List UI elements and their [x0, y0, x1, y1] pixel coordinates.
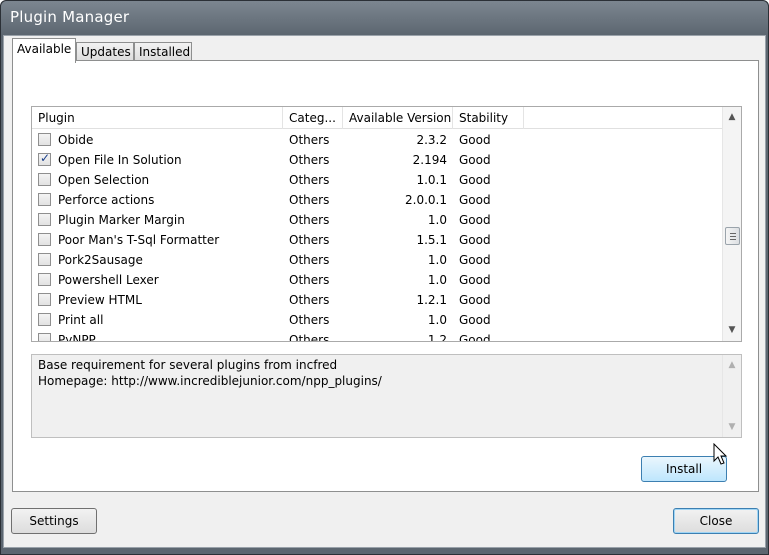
plugin-version-cell: 1.0 [427, 253, 447, 267]
tab-installed[interactable]: Installed [134, 42, 192, 61]
plugin-version-cell: 1.5.1 [416, 233, 447, 247]
plugin-version-cell: 2.194 [412, 153, 447, 167]
scroll-down-arrow-icon[interactable]: ▼ [723, 419, 741, 436]
plugin-checkbox[interactable] [38, 253, 51, 266]
plugin-checkbox[interactable] [38, 313, 51, 326]
mouse-pointer-icon [713, 443, 728, 465]
plugin-version-cell: 1.0 [427, 213, 447, 227]
table-row[interactable]: PyNPP Others 1.2 Good [32, 330, 722, 341]
title-bar[interactable]: Plugin Manager [1, 1, 768, 35]
plugin-checkbox[interactable] [38, 293, 51, 306]
plugin-stability-cell: Good [459, 273, 491, 287]
plugin-category-cell: Others [289, 313, 330, 327]
scrollbar-thumb[interactable] [725, 227, 740, 245]
checkmark-icon: ✓ [40, 151, 51, 165]
plugin-stability-cell: Good [459, 173, 491, 187]
plugin-category-cell: Others [289, 293, 330, 307]
plugin-name-cell: Open File In Solution [58, 153, 182, 167]
plugin-category-cell: Others [289, 173, 330, 187]
table-row[interactable]: Pork2Sausage Others 1.0 Good [32, 250, 722, 270]
window-title: Plugin Manager [10, 8, 130, 26]
description-line-1: Base requirement for several plugins fro… [38, 358, 338, 372]
plugin-category-cell: Others [289, 213, 330, 227]
plugin-version-cell: 1.2.1 [416, 293, 447, 307]
column-header-plugin[interactable]: Plugin [32, 107, 283, 129]
plugin-name-cell: Preview HTML [58, 293, 142, 307]
column-header-category[interactable]: Categ... [283, 107, 343, 129]
plugin-name-cell: PyNPP [58, 333, 96, 341]
plugin-name-cell: Plugin Marker Margin [58, 213, 185, 227]
plugin-checkbox[interactable] [38, 333, 51, 341]
plugin-category-cell: Others [289, 333, 330, 341]
plugin-stability-cell: Good [459, 193, 491, 207]
plugin-category-cell: Others [289, 153, 330, 167]
plugin-checkbox[interactable] [38, 173, 51, 186]
plugin-name-cell: Print all [58, 313, 104, 327]
plugin-version-cell: 2.3.2 [416, 133, 447, 147]
plugin-stability-cell: Good [459, 253, 491, 267]
plugin-stability-cell: Good [459, 153, 491, 167]
plugin-category-cell: Others [289, 273, 330, 287]
tab-updates[interactable]: Updates [76, 42, 134, 61]
list-header: Plugin Categ... Available Version Stabil… [32, 107, 722, 129]
plugin-stability-cell: Good [459, 313, 491, 327]
description-scrollbar[interactable]: ▲ ▼ [722, 355, 741, 437]
column-header-version[interactable]: Available Version [343, 107, 453, 129]
dialog-client-area: Available Updates Installed Plugin Categ… [3, 35, 766, 548]
plugin-stability-cell: Good [459, 213, 491, 227]
plugin-name-cell: Pork2Sausage [58, 253, 143, 267]
table-row[interactable]: Perforce actions Others 2.0.0.1 Good [32, 190, 722, 210]
scroll-down-arrow-icon[interactable]: ▼ [723, 322, 741, 339]
plugin-description: Base requirement for several plugins fro… [31, 354, 742, 438]
table-row[interactable]: Powershell Lexer Others 1.0 Good [32, 270, 722, 290]
available-tab-panel: Plugin Categ... Available Version Stabil… [12, 60, 759, 492]
plugin-checkbox[interactable] [38, 273, 51, 286]
plugin-version-cell: 2.0.0.1 [405, 193, 447, 207]
plugin-name-cell: Perforce actions [58, 193, 155, 207]
description-line-2: Homepage: http://www.incrediblejunior.co… [38, 374, 382, 388]
settings-button[interactable]: Settings [11, 508, 97, 534]
plugin-manager-window: Plugin Manager Available Updates Install… [0, 0, 769, 555]
plugin-checkbox[interactable] [38, 233, 51, 246]
plugin-stability-cell: Good [459, 233, 491, 247]
plugin-stability-cell: Good [459, 333, 491, 341]
plugin-stability-cell: Good [459, 293, 491, 307]
plugin-category-cell: Others [289, 233, 330, 247]
plugin-name-cell: Open Selection [58, 173, 150, 187]
plugin-name-cell: Poor Man's T-Sql Formatter [58, 233, 220, 247]
table-row[interactable]: Preview HTML Others 1.2.1 Good [32, 290, 722, 310]
close-button[interactable]: Close [673, 508, 759, 534]
plugin-checkbox[interactable] [38, 133, 51, 146]
plugin-checkbox[interactable] [38, 193, 51, 206]
table-row[interactable]: ✓ Open File In Solution Others 2.194 Good [32, 150, 722, 170]
table-row[interactable]: Plugin Marker Margin Others 1.0 Good [32, 210, 722, 230]
plugin-checkbox[interactable] [38, 213, 51, 226]
table-row[interactable]: Print all Others 1.0 Good [32, 310, 722, 330]
plugin-name-cell: Powershell Lexer [58, 273, 159, 287]
plugin-version-cell: 1.0.1 [416, 173, 447, 187]
column-header-stability[interactable]: Stability [453, 107, 524, 129]
list-scrollbar[interactable]: ▲ ▼ [722, 107, 741, 341]
plugin-category-cell: Others [289, 133, 330, 147]
list-body: Obide Others 2.3.2 Good ✓ Open File In Soluti… [32, 129, 722, 341]
scroll-up-arrow-icon[interactable]: ▲ [723, 357, 741, 374]
plugin-name-cell: Obide [58, 133, 94, 147]
plugin-category-cell: Others [289, 253, 330, 267]
plugin-version-cell: 1.2 [427, 333, 447, 341]
scroll-up-arrow-icon[interactable]: ▲ [723, 109, 741, 126]
table-row[interactable]: Open Selection Others 1.0.1 Good [32, 170, 722, 190]
plugin-stability-cell: Good [459, 133, 491, 147]
plugin-category-cell: Others [289, 193, 330, 207]
plugin-checkbox[interactable]: ✓ [38, 151, 51, 166]
plugin-version-cell: 1.0 [427, 273, 447, 287]
table-row[interactable]: Obide Others 2.3.2 Good [32, 130, 722, 150]
table-row[interactable]: Poor Man's T-Sql Formatter Others 1.5.1 Goo… [32, 230, 722, 250]
tab-available[interactable]: Available [12, 38, 76, 63]
plugin-list[interactable]: Plugin Categ... Available Version Stabil… [31, 106, 742, 342]
plugin-version-cell: 1.0 [427, 313, 447, 327]
